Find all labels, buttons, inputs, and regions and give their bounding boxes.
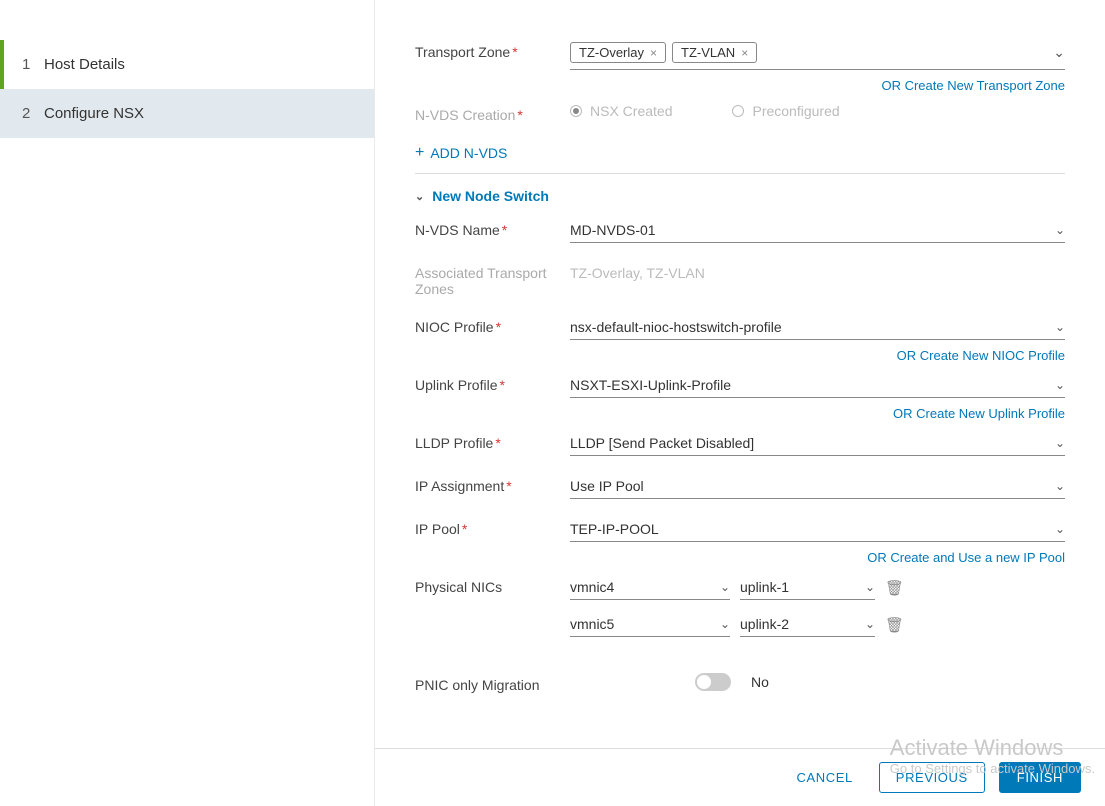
step-number: 2 (22, 105, 44, 122)
chevron-down-icon: ⌄ (415, 190, 424, 203)
radio-filled-icon (570, 105, 582, 117)
chevron-down-icon: ⌄ (865, 580, 875, 594)
uplink-select[interactable]: uplink-1 ⌄ (740, 575, 875, 600)
radio-preconfigured: Preconfigured (732, 103, 839, 119)
create-ip-pool-link[interactable]: OR Create and Use a new IP Pool (867, 550, 1065, 565)
lldp-profile-label: LLDP Profile* (415, 431, 570, 451)
cancel-button[interactable]: CANCEL (784, 764, 864, 791)
transport-zone-label: Transport Zone* (415, 40, 570, 60)
step-label: Host Details (44, 56, 125, 73)
chevron-down-icon: ⌄ (1055, 522, 1065, 536)
trash-icon[interactable]: 🗑 (885, 579, 904, 597)
ip-pool-select[interactable]: TEP-IP-POOL ⌄ (570, 517, 1065, 542)
nvds-name-label: N-VDS Name* (415, 218, 570, 238)
form-scroll-area[interactable]: Transport Zone* TZ-Overlay × TZ-VLAN × ⌄ (375, 0, 1105, 748)
ip-assignment-label: IP Assignment* (415, 474, 570, 494)
divider (415, 173, 1065, 174)
add-nvds-button[interactable]: + ADD N-VDS (415, 145, 507, 161)
radio-nsx-created: NSX Created (570, 103, 672, 119)
wizard-step-configure-nsx[interactable]: 2 Configure NSX (0, 89, 374, 138)
plus-icon: + (415, 145, 424, 161)
step-number: 1 (22, 56, 44, 73)
lldp-profile-select[interactable]: LLDP [Send Packet Disabled] ⌄ (570, 431, 1065, 456)
nvds-name-select[interactable]: MD-NVDS-01 ⌄ (570, 218, 1065, 243)
assoc-tz-value: TZ-Overlay, TZ-VLAN (570, 261, 1065, 281)
uplink-profile-label: Uplink Profile* (415, 373, 570, 393)
pnic-only-toggle[interactable] (695, 673, 731, 691)
wizard-sidebar: 1 Host Details 2 Configure NSX (0, 0, 375, 806)
physical-nics-label: Physical NICs (415, 575, 570, 595)
nioc-profile-select[interactable]: nsx-default-nioc-hostswitch-profile ⌄ (570, 315, 1065, 340)
ip-pool-label: IP Pool* (415, 517, 570, 537)
create-transport-zone-link[interactable]: OR Create New Transport Zone (881, 78, 1065, 93)
chevron-down-icon: ⌄ (865, 617, 875, 631)
finish-button[interactable]: FINISH (999, 762, 1081, 793)
previous-button[interactable]: PREVIOUS (879, 762, 985, 793)
trash-icon[interactable]: 🗑 (885, 616, 904, 634)
step-label: Configure NSX (44, 105, 144, 122)
create-uplink-profile-link[interactable]: OR Create New Uplink Profile (893, 406, 1065, 421)
nioc-profile-label: NIOC Profile* (415, 315, 570, 335)
chevron-down-icon: ⌄ (720, 617, 730, 631)
nvds-creation-label: N-VDS Creation* (415, 103, 570, 123)
chevron-down-icon: ⌄ (1055, 436, 1065, 450)
pnic-only-value: No (751, 674, 769, 690)
uplink-select[interactable]: uplink-2 ⌄ (740, 612, 875, 637)
uplink-profile-select[interactable]: NSXT-ESXI-Uplink-Profile ⌄ (570, 373, 1065, 398)
assoc-tz-label: Associated Transport Zones (415, 261, 570, 297)
wizard-footer: CANCEL PREVIOUS FINISH (375, 748, 1105, 806)
radio-empty-icon (732, 105, 744, 117)
chevron-down-icon: ⌄ (1055, 320, 1065, 334)
tag-tz-overlay[interactable]: TZ-Overlay × (570, 42, 666, 63)
create-nioc-profile-link[interactable]: OR Create New NIOC Profile (897, 348, 1065, 363)
chevron-down-icon: ⌄ (1055, 479, 1065, 493)
ip-assignment-select[interactable]: Use IP Pool ⌄ (570, 474, 1065, 499)
chevron-down-icon[interactable]: ⌄ (1053, 44, 1065, 61)
nic-select[interactable]: vmnic4 ⌄ (570, 575, 730, 600)
new-node-switch-toggle[interactable]: ⌄ New Node Switch (415, 188, 1065, 204)
chevron-down-icon: ⌄ (1055, 378, 1065, 392)
wizard-step-host-details[interactable]: 1 Host Details (0, 40, 374, 89)
tag-tz-vlan[interactable]: TZ-VLAN × (672, 42, 757, 63)
transport-zone-select[interactable]: TZ-Overlay × TZ-VLAN × ⌄ (570, 40, 1065, 70)
chevron-down-icon: ⌄ (1055, 223, 1065, 237)
nic-select[interactable]: vmnic5 ⌄ (570, 612, 730, 637)
pnic-only-label: PNIC only Migration (415, 673, 695, 693)
chevron-down-icon: ⌄ (720, 580, 730, 594)
remove-tag-icon[interactable]: × (650, 46, 657, 60)
remove-tag-icon[interactable]: × (741, 46, 748, 60)
